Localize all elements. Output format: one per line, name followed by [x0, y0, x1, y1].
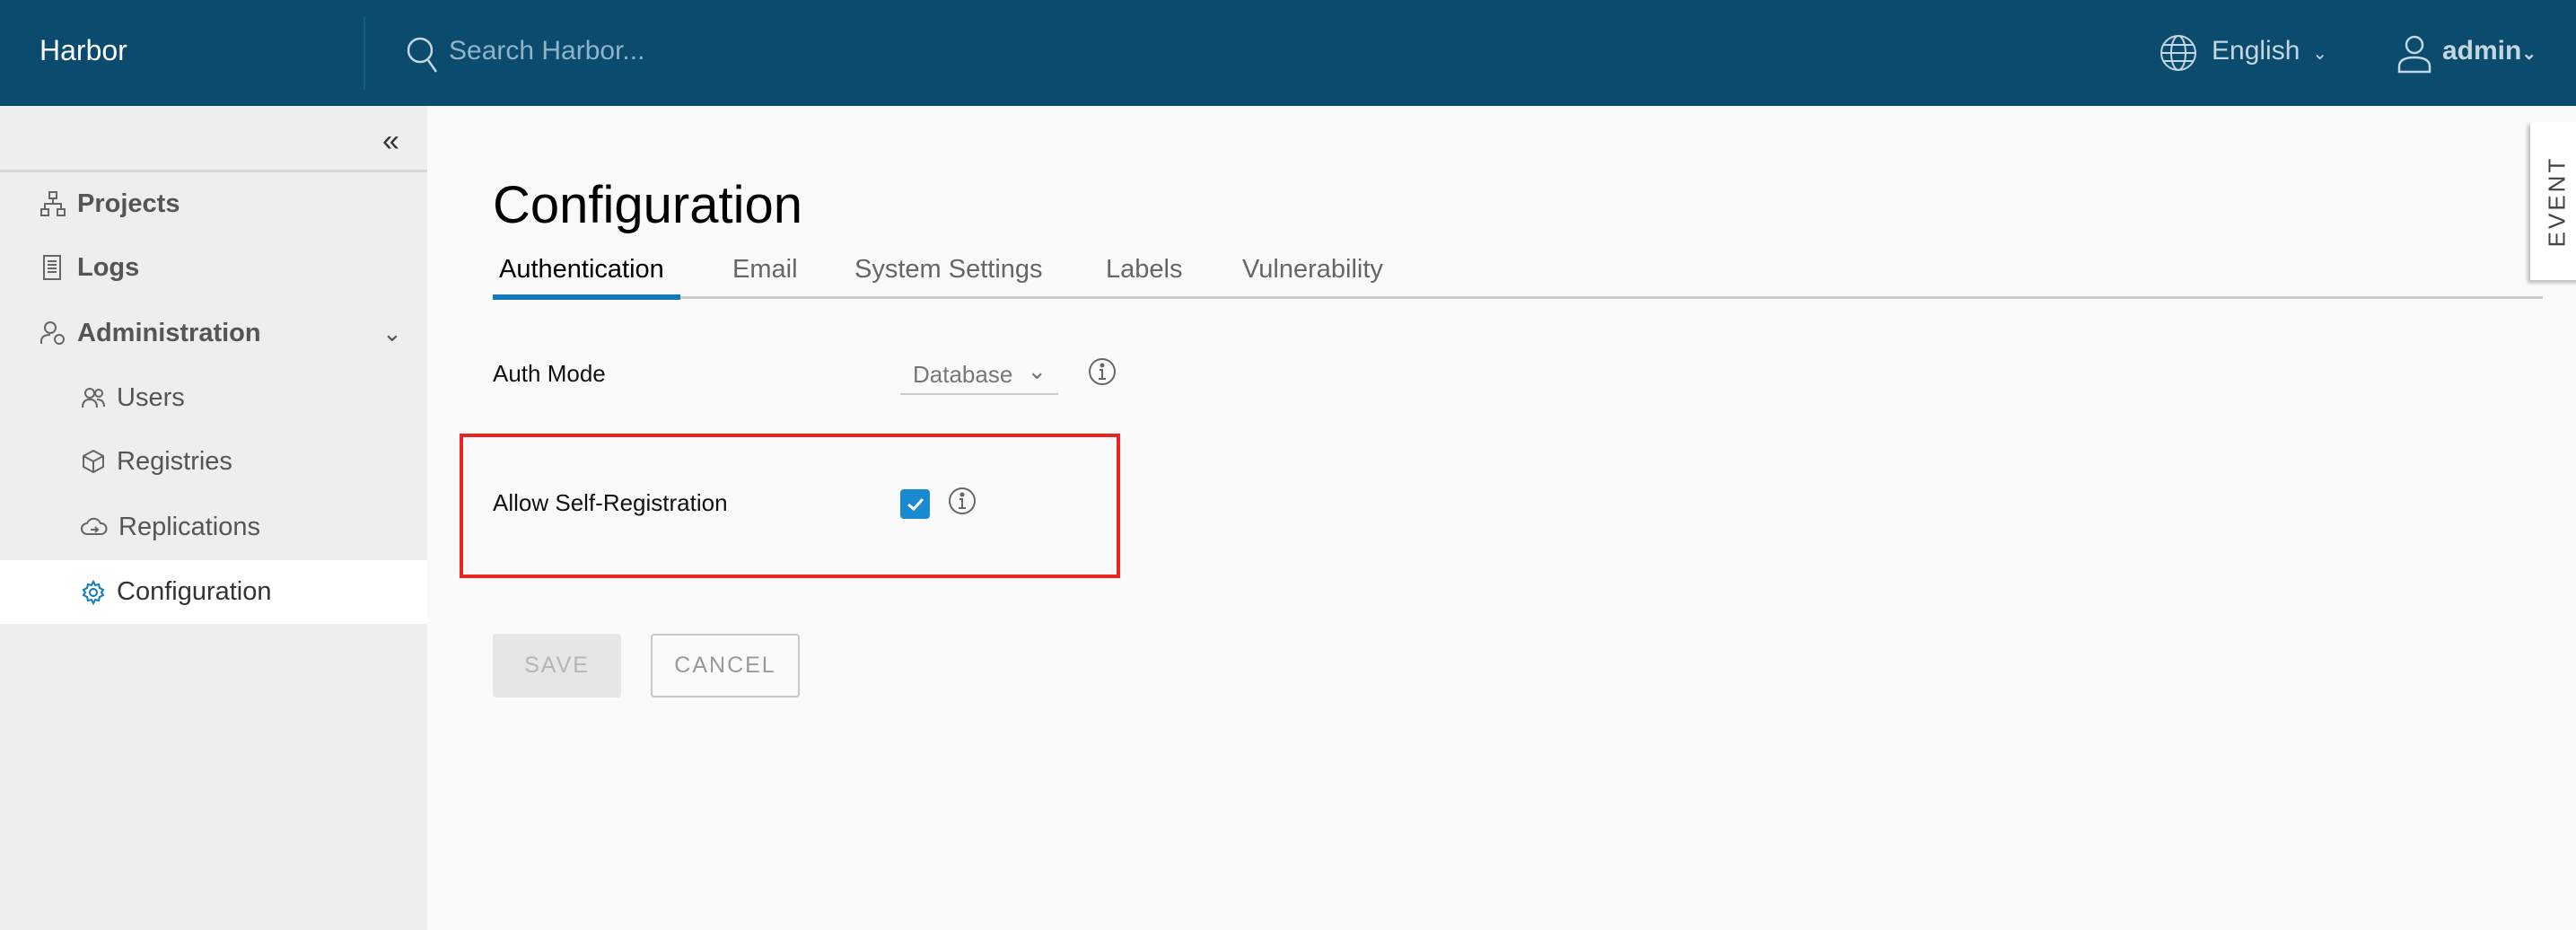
sidebar-item-projects[interactable]: Projects [0, 174, 427, 233]
registries-icon [83, 449, 104, 474]
tab-vulnerability[interactable]: Vulnerability [1242, 255, 1383, 285]
chevron-down-icon: ⌄ [1027, 356, 1047, 384]
sidebar-item-label: Logs [77, 252, 140, 282]
auth-mode-select[interactable]: Database ⌄ [900, 355, 1058, 395]
sidebar-item-registries[interactable]: Registries [0, 432, 427, 491]
event-panel-tab[interactable]: EVENT [2530, 122, 2576, 280]
chevron-down-icon: ⌄ [2521, 44, 2537, 64]
top-header: Harbor Search Harbor... English ⌄ admin⌄ [0, 0, 2576, 106]
info-icon[interactable] [948, 487, 977, 515]
page-title: Configuration [493, 176, 802, 234]
checkmark-icon [907, 497, 924, 511]
sidebar-item-label: Administration [77, 318, 261, 347]
sidebar-item-configuration[interactable]: Configuration [0, 560, 427, 624]
chevron-down-icon: ⌄ [382, 319, 402, 347]
self-registration-label: Allow Self-Registration [493, 489, 728, 516]
tab-system-settings[interactable]: System Settings [854, 255, 1043, 285]
sidebar-item-logs[interactable]: Logs [0, 238, 427, 297]
administration-icon [40, 321, 65, 345]
header-divider [364, 16, 365, 90]
sidebar-item-label: Projects [77, 189, 180, 218]
user-menu[interactable]: admin⌄ [2442, 36, 2537, 66]
replications-icon [81, 517, 108, 535]
tab-labels[interactable]: Labels [1106, 255, 1182, 285]
sidebar-divider [0, 170, 427, 172]
auth-mode-label: Auth Mode [493, 360, 606, 387]
tab-email[interactable]: Email [732, 255, 798, 285]
sidebar-item-label: Configuration [117, 577, 272, 606]
projects-icon [40, 191, 66, 216]
search-icon [407, 37, 438, 73]
info-icon[interactable] [1088, 357, 1117, 386]
username: admin [2442, 36, 2522, 66]
sidebar-item-label: Replications [118, 512, 260, 541]
gear-icon [82, 579, 105, 605]
auth-mode-value: Database [913, 360, 1013, 388]
save-button[interactable]: SAVE [493, 634, 621, 698]
cancel-button[interactable]: CANCEL [651, 634, 800, 698]
sidebar-item-label: Users [117, 382, 185, 412]
collapse-sidebar-icon[interactable]: « [382, 124, 399, 159]
user-icon [2397, 35, 2431, 74]
chevron-down-icon: ⌄ [2307, 44, 2328, 64]
users-icon [82, 388, 105, 408]
language-selector[interactable]: English ⌄ [2212, 36, 2327, 66]
tab-divider [493, 296, 2543, 299]
logs-icon [43, 255, 61, 280]
tab-authentication[interactable]: Authentication [499, 255, 664, 285]
globe-icon [2160, 35, 2196, 71]
event-label: EVENT [2543, 155, 2571, 247]
self-registration-checkbox[interactable] [900, 489, 930, 519]
language-label: English [2212, 36, 2300, 66]
brand-logo[interactable]: Harbor [39, 34, 127, 67]
active-tab-indicator [493, 294, 680, 300]
sidebar-item-administration[interactable]: Administration ⌄ [0, 303, 427, 363]
sidebar-item-replications[interactable]: Replications [0, 497, 427, 557]
search-input[interactable]: Search Harbor... [449, 36, 644, 66]
sidebar-item-users[interactable]: Users [0, 368, 427, 427]
sidebar-item-label: Registries [117, 446, 232, 476]
